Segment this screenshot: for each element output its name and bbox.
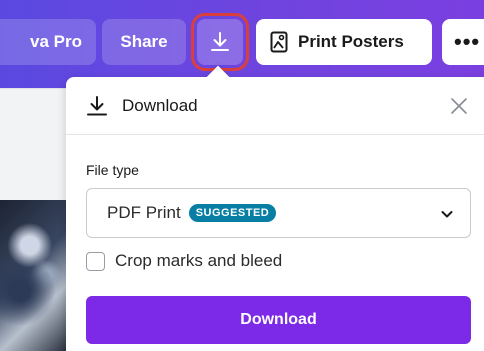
file-type-value: PDF Print [107, 203, 181, 222]
panel-header: Download [66, 77, 484, 135]
download-icon [211, 32, 229, 51]
poster-icon [270, 31, 288, 53]
suggested-badge: SUGGESTED [188, 204, 277, 222]
share-button[interactable]: Share [102, 19, 186, 65]
more-dots-icon: ••• [454, 29, 481, 54]
crop-marks-checkbox[interactable] [86, 251, 105, 271]
crop-marks-option[interactable]: Crop marks and bleed [86, 251, 282, 271]
crop-marks-label: Crop marks and bleed [115, 251, 283, 270]
file-type-label: File type [86, 162, 139, 178]
print-posters-label: Print Posters [298, 32, 404, 51]
try-pro-button[interactable]: va Pro [0, 19, 96, 65]
canvas-photo [0, 200, 66, 351]
download-button-top[interactable] [191, 13, 249, 71]
download-button-label: Download [240, 311, 317, 328]
close-icon[interactable] [449, 96, 469, 116]
try-pro-label: va Pro [30, 32, 82, 51]
more-options-button[interactable]: ••• [442, 19, 484, 65]
download-button[interactable]: Download [86, 296, 471, 344]
editor-screen: va Pro Share Print Posters ••• Download … [0, 0, 484, 351]
file-type-select[interactable]: PDF Print SUGGESTED [86, 188, 471, 238]
panel-title: Download [122, 95, 198, 115]
print-posters-button[interactable]: Print Posters [256, 19, 432, 65]
chevron-down-icon [441, 211, 453, 218]
download-icon [87, 95, 107, 115]
top-toolbar: va Pro Share Print Posters ••• [0, 0, 484, 88]
share-label: Share [120, 32, 168, 51]
download-panel: Download File type PDF Print SUGGESTED C… [66, 65, 484, 351]
